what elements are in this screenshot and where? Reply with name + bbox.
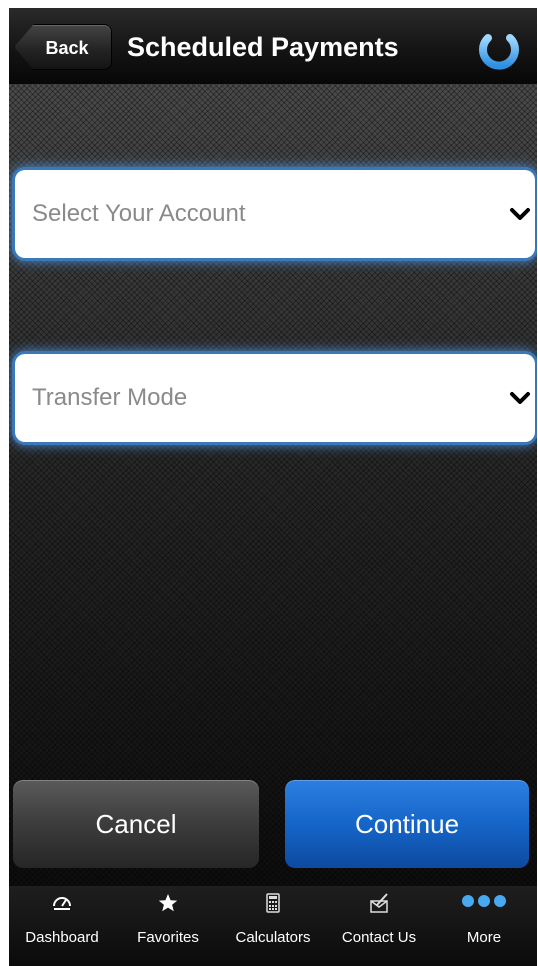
- back-button[interactable]: Back: [14, 24, 112, 70]
- tab-contact-us[interactable]: Contact Us: [326, 886, 432, 966]
- tab-label-more: More: [466, 929, 502, 946]
- tab-label-contact-us: Contact Us: [341, 929, 417, 946]
- tab-label-favorites: Favorites: [137, 929, 199, 946]
- tab-dashboard[interactable]: Dashboard: [9, 886, 115, 966]
- transfer-mode-placeholder: Transfer Mode: [32, 384, 188, 411]
- tab-label-dashboard: Dashboard: [25, 929, 99, 946]
- page-title: Scheduled Payments: [127, 32, 399, 62]
- more-dots-icon: [462, 895, 506, 907]
- header-bar: Back Scheduled Payments: [9, 8, 537, 84]
- contact-icon: [370, 893, 388, 913]
- continue-button[interactable]: Continue: [285, 780, 529, 868]
- dashboard-icon: [53, 897, 71, 910]
- tab-bar: Dashboard Favorites Calculators Contact …: [9, 886, 537, 966]
- account-select-placeholder: Select Your Account: [32, 200, 246, 227]
- chevron-down-icon: [510, 208, 530, 220]
- calculator-icon: [266, 893, 280, 913]
- tab-favorites[interactable]: Favorites: [115, 886, 221, 966]
- power-icon[interactable]: [471, 20, 527, 76]
- account-select[interactable]: Select Your Account: [15, 170, 535, 258]
- cancel-button[interactable]: Cancel: [13, 780, 259, 868]
- app-screen: Back Scheduled Payments Select Your Acco…: [9, 8, 537, 966]
- star-icon: [158, 894, 178, 912]
- chevron-down-icon: [510, 392, 530, 404]
- tab-calculators[interactable]: Calculators: [220, 886, 326, 966]
- transfer-mode-select[interactable]: Transfer Mode: [15, 354, 535, 442]
- tab-more[interactable]: More: [431, 886, 537, 966]
- tab-label-calculators: Calculators: [235, 929, 311, 946]
- content-area: Select Your Account Transfer Mode: [9, 84, 537, 886]
